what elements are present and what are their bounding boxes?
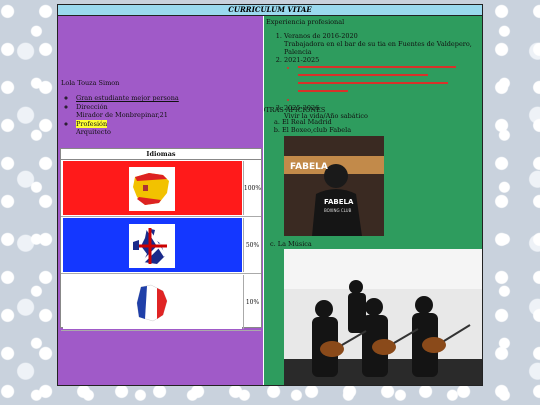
cv-frame: CURRICULUM VITAE Lola Touza Simon Gran e… bbox=[57, 4, 483, 386]
left-column: Lola Touza Simon Gran estudiante mejor p… bbox=[58, 16, 263, 385]
hobby-item: El Real Madrid bbox=[282, 118, 351, 126]
profile-item-tagline[interactable]: Gran estudiante mejor persona bbox=[76, 94, 179, 102]
hobbies-list: El Real Madrid El Boxeo,club Fabela bbox=[270, 118, 351, 134]
redacted-line bbox=[298, 80, 482, 88]
hobby-letter: c. bbox=[270, 240, 278, 248]
person-name: Lola Touza Simon bbox=[61, 79, 120, 87]
france-map-flag-icon bbox=[129, 281, 175, 325]
beatles-photo bbox=[284, 249, 482, 385]
language-flag-cell bbox=[63, 275, 242, 329]
profile-item-profession: Profesión Arquitecto bbox=[76, 120, 179, 136]
right-column: Experiencia profesional Veranos de 2016-… bbox=[264, 16, 482, 385]
redacted-line bbox=[298, 72, 482, 80]
job-title: Veranos de 2016-2020 bbox=[284, 32, 358, 40]
fabela-shirt-text: FABELA bbox=[324, 198, 354, 206]
fabela-shirt-subtext: BOXING CLUB bbox=[324, 208, 352, 213]
language-flag-cell bbox=[63, 218, 242, 272]
hobby-item: El Boxeo,club Fabela bbox=[282, 126, 351, 134]
profession-value: Arquitecto bbox=[76, 128, 111, 136]
language-flag-cell bbox=[63, 161, 242, 215]
job-redacted-details bbox=[284, 64, 482, 104]
profession-label: Profesión bbox=[76, 120, 108, 128]
redacted-line bbox=[298, 64, 482, 72]
page-title: CURRICULUM VITAE bbox=[58, 5, 482, 16]
language-pct: 100% bbox=[243, 161, 261, 215]
address-value: Mirador de Monbrepinar,21 bbox=[76, 111, 168, 119]
redacted-line bbox=[298, 96, 482, 104]
language-pct: 10% bbox=[243, 275, 261, 329]
hobbies-title: OTRAS AFICIONES bbox=[264, 106, 326, 114]
tagline-link[interactable]: Gran estudiante mejor persona bbox=[76, 94, 179, 102]
experience-title: Experiencia profesional bbox=[266, 18, 345, 26]
hobby-label: La Música bbox=[277, 240, 312, 248]
language-row: 10% bbox=[61, 274, 261, 331]
profile-item-address: Dirección Mirador de Monbrepinar,21 bbox=[76, 103, 179, 119]
uk-map-flag-icon bbox=[129, 224, 175, 268]
fabela-wall-text: FABELA bbox=[290, 162, 328, 172]
job-desc: Trabajadora en el bar de su tia en Fuent… bbox=[284, 40, 472, 56]
language-pct: 50% bbox=[243, 218, 261, 272]
job-item: Veranos de 2016-2020 Trabajadora en el b… bbox=[284, 32, 482, 56]
redacted-line bbox=[298, 88, 482, 96]
language-row: 100% bbox=[61, 160, 261, 217]
address-label: Dirección bbox=[76, 103, 108, 111]
spain-map-flag-icon bbox=[129, 167, 175, 211]
job-item: 2021-2025 bbox=[284, 56, 482, 104]
language-row: 50% bbox=[61, 217, 261, 274]
profile-list: Gran estudiante mejor persona Dirección … bbox=[68, 94, 179, 137]
languages-table: Idiomas 100% 50% 10% bbox=[60, 148, 262, 331]
languages-heading: Idiomas bbox=[61, 149, 261, 160]
boxing-club-photo: FABELA BOXING CLUB FABELA bbox=[284, 136, 384, 236]
hobby-item-music: c. La Música bbox=[270, 240, 312, 248]
job-title: 2021-2025 bbox=[284, 56, 320, 64]
